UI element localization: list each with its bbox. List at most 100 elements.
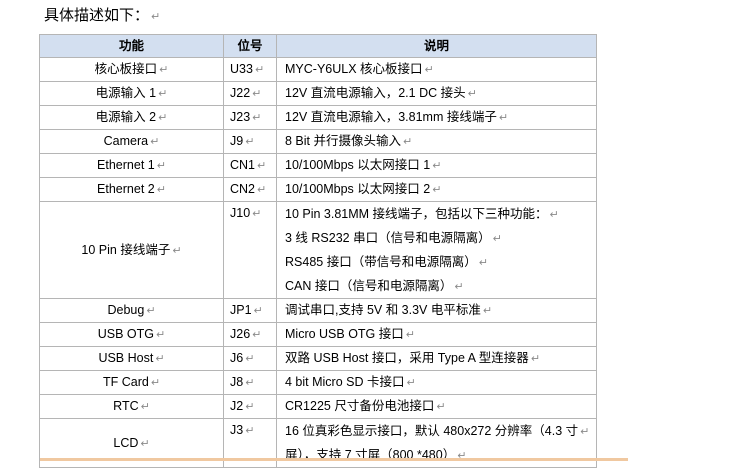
header-function: 功能 [39, 34, 224, 58]
description-text: 10 Pin 3.81MM 接线端子，包括以下三种功能： [285, 207, 548, 221]
paragraph-mark-icon: ↵ [436, 401, 446, 413]
function-label: Ethernet 1 [97, 158, 155, 172]
paragraph-mark-icon: ↵ [482, 305, 493, 317]
reference-label: CN1 [230, 158, 256, 172]
description-line: 双路 USB Host 接口，采用 Type A 型连接器 ↵ [285, 351, 540, 365]
paragraph-mark-icon: ↵ [245, 136, 255, 148]
cell-function: RTC ↵ [39, 394, 224, 419]
reference-label: CN2 [230, 182, 256, 196]
description-text: 10/100Mbps 以太网接口 2 [285, 182, 431, 196]
paragraph-mark-icon: ↵ [245, 401, 255, 413]
cell-reference: J10 ↵ [223, 201, 277, 299]
description-text: 8 Bit 并行摄像头输入 [285, 134, 401, 148]
description-text: CAN 接口（信号和电源隔离） [285, 279, 453, 293]
table-body: 核心板接口 ↵ U33 ↵ MYC-Y6ULX 核心板接口 ↵ 电源输入 1 ↵ J22 ↵ 12V… [39, 57, 597, 468]
paragraph-mark-icon: ↵ [151, 11, 161, 23]
paragraph-mark-icon: ↵ [156, 160, 166, 172]
cell-description: MYC-Y6ULX 核心板接口 ↵ [276, 57, 597, 82]
paragraph-mark-icon: ↵ [155, 353, 165, 365]
paragraph-mark-icon: ↵ [257, 184, 267, 196]
paragraph-mark-icon: ↵ [432, 184, 442, 196]
function-label: Camera [103, 134, 149, 148]
reference-label: J6 [230, 351, 244, 365]
description-line: 10/100Mbps 以太网接口 1 ↵ [285, 158, 441, 172]
table-row: RTC ↵ J2 ↵ CR1225 尺寸备份电池接口 ↵ [39, 394, 597, 419]
cell-function: 核心板接口 ↵ [39, 57, 224, 82]
cell-description: 8 Bit 并行摄像头输入 ↵ [276, 129, 597, 154]
cell-reference: J9 ↵ [223, 129, 277, 154]
cell-function: Debug ↵ [39, 298, 224, 323]
paragraph-mark-icon: ↵ [252, 208, 262, 220]
table-row: Ethernet 1 ↵ CN1 ↵ 10/100Mbps 以太网接口 1 ↵ [39, 153, 597, 178]
paragraph-mark-icon: ↵ [467, 88, 477, 100]
description-text: 12V 直流电源输入，3.81mm 接线端子 [285, 110, 497, 124]
description-line: 16 位真彩色显示接口，默认 480x272 分辨率（4.3 寸 ↵ [285, 420, 592, 444]
function-label: 10 Pin 接线端子 [81, 242, 171, 257]
paragraph-mark-icon: ↵ [140, 401, 150, 413]
description-line: 8 Bit 并行摄像头输入 ↵ [285, 134, 412, 148]
paragraph-mark-icon: ↵ [146, 305, 156, 317]
description-text: Micro USB OTG 接口 [285, 327, 404, 341]
paragraph-mark-icon: ↵ [245, 353, 255, 365]
cell-reference: JP1 ↵ [223, 298, 277, 323]
paragraph-mark-icon: ↵ [158, 112, 168, 124]
reference-label: J22 [230, 86, 251, 100]
cell-reference: CN2 ↵ [223, 177, 277, 202]
cell-reference: J22 ↵ [223, 81, 277, 106]
description-line: CAN 接口（信号和电源隔离） ↵ [285, 274, 592, 298]
function-label: USB Host [98, 351, 154, 365]
description-text: 10/100Mbps 以太网接口 1 [285, 158, 431, 172]
table-row: TF Card ↵ J8 ↵ 4 bit Micro SD 卡接口 ↵ [39, 370, 597, 395]
function-label: TF Card [102, 375, 149, 389]
function-label: 核心板接口 [94, 62, 158, 76]
reference-label: J26 [230, 327, 251, 341]
paragraph-mark-icon: ↵ [498, 112, 509, 124]
description-line: 12V 直流电源输入，2.1 DC 接头 ↵ [285, 86, 477, 100]
cell-reference: J6 ↵ [223, 346, 277, 371]
reference-label: J10 [230, 206, 251, 220]
bottom-divider [40, 458, 628, 461]
table-row: Debug ↵ JP1 ↵ 调试串口,支持 5V 和 3.3V 电平标准 ↵ [39, 298, 597, 323]
paragraph-mark-icon: ↵ [492, 233, 502, 245]
table-row: 电源输入 2 ↵ J23 ↵ 12V 直流电源输入，3.81mm 接线端子 ↵ [39, 105, 597, 130]
paragraph-mark-icon: ↵ [257, 160, 267, 172]
description-line: 10/100Mbps 以太网接口 2 ↵ [285, 182, 441, 196]
paragraph-mark-icon: ↵ [252, 112, 262, 124]
paragraph-mark-icon: ↵ [406, 377, 416, 389]
reference-label: J2 [230, 399, 244, 413]
cell-description: 12V 直流电源输入，2.1 DC 接头 ↵ [276, 81, 597, 106]
paragraph-mark-icon: ↵ [253, 305, 263, 317]
description-text: CR1225 尺寸备份电池接口 [285, 399, 435, 413]
header-reference: 位号 [223, 34, 277, 58]
paragraph-mark-icon: ↵ [150, 377, 161, 389]
table-row: 10 Pin 接线端子 ↵ J10 ↵ 10 Pin 3.81MM 接线端子，包括以下三… [39, 201, 597, 299]
description-text: RS485 接口（带信号和电源隔离） [285, 255, 477, 269]
description-text: MYC-Y6ULX 核心板接口 [285, 62, 423, 76]
cell-reference: J8 ↵ [223, 370, 277, 395]
table-header-row: 功能 位号 说明 [39, 34, 597, 58]
description-text: 双路 USB Host 接口，采用 Type A 型连接器 [285, 351, 529, 365]
paragraph-mark-icon: ↵ [245, 425, 255, 437]
paragraph-mark-icon: ↵ [252, 329, 262, 341]
cell-reference: J2 ↵ [223, 394, 277, 419]
reference-label: U33 [230, 62, 253, 76]
description-line: CR1225 尺寸备份电池接口 ↵ [285, 399, 446, 413]
cell-reference: J23 ↵ [223, 105, 277, 130]
paragraph-mark-icon: ↵ [254, 64, 265, 76]
function-label: RTC [113, 399, 139, 413]
paragraph-mark-icon: ↵ [549, 209, 559, 221]
cell-function: 10 Pin 接线端子 ↵ [39, 201, 224, 299]
function-label: 电源输入 2 [95, 110, 157, 124]
cell-description: CR1225 尺寸备份电池接口 ↵ [276, 394, 597, 419]
cell-description: 双路 USB Host 接口，采用 Type A 型连接器 ↵ [276, 346, 597, 371]
paragraph-mark-icon: ↵ [156, 329, 166, 341]
intro-text: 具体描述如下： ↵ [44, 6, 160, 27]
description-line: 3 线 RS232 串口（信号和电源隔离） ↵ [285, 226, 592, 250]
cell-description: Micro USB OTG 接口 ↵ [276, 322, 597, 347]
function-table: 功能 位号 说明 核心板接口 ↵ U33 ↵ MYC-Y6ULX 核心板接口 ↵ 电源输入 … [39, 34, 597, 468]
cell-function: USB OTG ↵ [39, 322, 224, 347]
paragraph-mark-icon: ↵ [156, 184, 166, 196]
description-text: 16 位真彩色显示接口，默认 480x272 分辨率（4.3 寸 [285, 424, 579, 438]
description-text: 调试串口,支持 5V 和 3.3V 电平标准 [285, 303, 481, 317]
description-line: 10 Pin 3.81MM 接线端子，包括以下三种功能： ↵ [285, 203, 592, 227]
